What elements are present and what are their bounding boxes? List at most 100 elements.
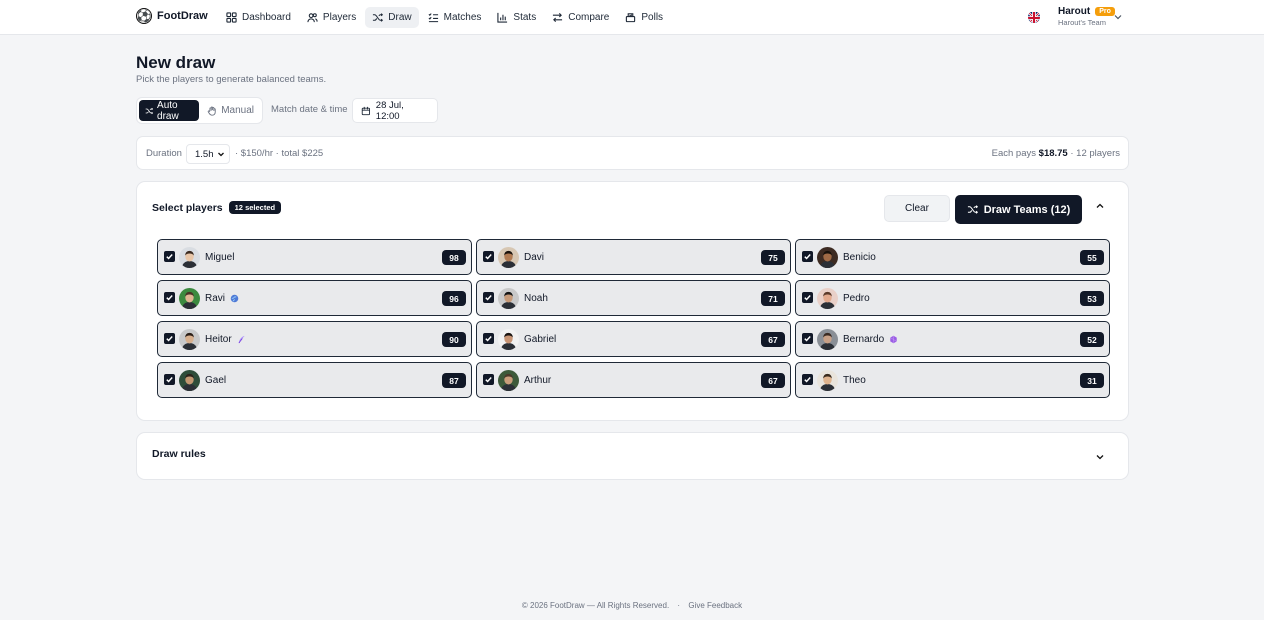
nav-draw[interactable]: Draw	[365, 7, 419, 28]
checkbox-checked-icon[interactable]	[802, 292, 813, 303]
arrows-swap-icon	[553, 12, 563, 23]
chevron-down-icon[interactable]	[1113, 12, 1123, 22]
player-name: Noah	[524, 293, 548, 304]
checkbox-checked-icon[interactable]	[483, 374, 494, 385]
player-name: Theo	[843, 375, 866, 386]
manual-button[interactable]: Manual	[201, 100, 260, 121]
avatar	[498, 288, 519, 309]
nav-players-label: Players	[322, 12, 357, 23]
pro-badge: Pro	[1095, 7, 1115, 16]
avatar	[498, 329, 519, 350]
player-name: Gael	[205, 375, 227, 386]
match-date-value: 28 Jul, 12:00	[375, 99, 404, 122]
shuffle-icon	[373, 13, 384, 22]
player-card[interactable]: Davi 75	[476, 239, 791, 275]
player-card[interactable]: Theo 31	[795, 362, 1110, 398]
auto-draw-button[interactable]: Auto draw	[139, 100, 200, 122]
brand-name: FootDraw	[157, 10, 208, 22]
chevron-up-icon[interactable]	[1094, 200, 1106, 212]
player-name: Davi	[524, 252, 545, 263]
player-rating: 31	[1080, 373, 1104, 388]
draw-teams-button[interactable]: Draw Teams (12)	[955, 195, 1082, 224]
checkbox-checked-icon[interactable]	[483, 292, 494, 303]
footer: © 2026 FootDraw — All Rights Reserved. ·…	[0, 601, 1264, 610]
draw-rules-card[interactable]: Draw rules	[136, 432, 1129, 480]
nav-dashboard-label: Dashboard	[242, 12, 291, 23]
player-rating: 87	[442, 373, 466, 388]
clear-button[interactable]: Clear	[884, 195, 950, 222]
players-count-text: · 12 players	[1070, 148, 1120, 159]
player-name: Benicio	[843, 252, 876, 263]
player-card[interactable]: Pedro 53	[795, 280, 1110, 316]
player-name: Bernardo	[843, 334, 885, 345]
player-name: Miguel	[205, 252, 235, 263]
select-players-header: Select players 12 selected	[152, 201, 282, 214]
checkbox-checked-icon[interactable]	[164, 251, 175, 262]
checkbox-checked-icon[interactable]	[802, 251, 813, 262]
avatar	[817, 288, 838, 309]
player-card[interactable]: Bernardo 52	[795, 321, 1110, 357]
nav-dashboard[interactable]: Dashboard	[219, 7, 298, 28]
selected-count-badge: 12 selected	[228, 201, 282, 214]
player-card[interactable]: Arthur 67	[476, 362, 791, 398]
nav-players[interactable]: Players	[300, 7, 363, 28]
checkbox-checked-icon[interactable]	[164, 333, 175, 344]
match-date-label: Match date & time	[271, 104, 348, 115]
footer-separator: ·	[677, 601, 681, 610]
give-feedback-link[interactable]: Give Feedback	[688, 601, 742, 610]
player-card[interactable]: Noah 71	[476, 280, 791, 316]
footer-copyright: © 2026 FootDraw — All Rights Reserved.	[521, 601, 670, 610]
nav-matches-label: Matches	[443, 12, 482, 23]
player-name: Arthur	[524, 375, 552, 386]
soccer-ball-icon: ⚽	[136, 8, 152, 24]
nav-polls-label: Polls	[641, 12, 664, 23]
checkbox-checked-icon[interactable]	[164, 292, 175, 303]
player-card[interactable]: Gael 87	[157, 362, 472, 398]
manual-label: Manual	[221, 105, 254, 116]
player-card[interactable]: Benicio 55	[795, 239, 1110, 275]
avatar	[179, 329, 200, 350]
avatar	[498, 370, 519, 391]
chevron-down-icon[interactable]	[1094, 451, 1106, 463]
player-card[interactable]: Ravi 96	[157, 280, 472, 316]
player-card[interactable]: Heitor 90	[157, 321, 472, 357]
nav-polls[interactable]: Polls	[618, 7, 670, 28]
checkbox-checked-icon[interactable]	[802, 333, 813, 344]
duration-label: Duration	[146, 148, 182, 159]
checkbox-checked-icon[interactable]	[802, 374, 813, 385]
avatar	[817, 247, 838, 268]
language-flag-icon[interactable]	[1028, 11, 1040, 23]
main-nav: Dashboard Players Draw Matches Stats Com…	[219, 7, 670, 28]
each-pays-label: Each pays	[991, 148, 1037, 159]
player-rating: 71	[761, 291, 785, 306]
draw-teams-label: Draw Teams (12)	[983, 203, 1071, 216]
nav-stats[interactable]: Stats	[490, 7, 543, 28]
player-name: Pedro	[843, 293, 870, 304]
ballot-icon	[626, 13, 636, 23]
match-date-picker[interactable]: 28 Jul, 12:00	[352, 98, 438, 123]
page-subtitle: Pick the players to generate balanced te…	[136, 74, 327, 85]
each-pays-value: $18.75	[1038, 148, 1068, 159]
duration-price: · $150/hr · total $225	[235, 148, 324, 159]
player-rating: 96	[442, 291, 466, 306]
avatar	[179, 288, 200, 309]
shuffle-icon	[145, 107, 154, 114]
user-menu[interactable]: Harout Pro Harout's Team	[1058, 6, 1115, 27]
player-name: Ravi	[205, 293, 226, 304]
user-team: Harout's Team	[1058, 18, 1106, 27]
bar-chart-icon	[497, 12, 508, 23]
nav-draw-label: Draw	[388, 12, 412, 23]
nav-matches[interactable]: Matches	[421, 7, 489, 28]
player-rating: 53	[1080, 291, 1104, 306]
nav-compare[interactable]: Compare	[545, 7, 616, 28]
player-card[interactable]: Gabriel 67	[476, 321, 791, 357]
duration-select[interactable]: 1.5h	[186, 144, 230, 164]
checkbox-checked-icon[interactable]	[164, 374, 175, 385]
feather-badge-icon	[238, 335, 245, 344]
player-rating: 90	[442, 332, 466, 347]
player-card[interactable]: Miguel 98	[157, 239, 472, 275]
checkbox-checked-icon[interactable]	[483, 251, 494, 262]
duration-value: 1.5h	[195, 148, 214, 160]
brand-logo[interactable]: ⚽ FootDraw	[136, 8, 208, 24]
checkbox-checked-icon[interactable]	[483, 333, 494, 344]
